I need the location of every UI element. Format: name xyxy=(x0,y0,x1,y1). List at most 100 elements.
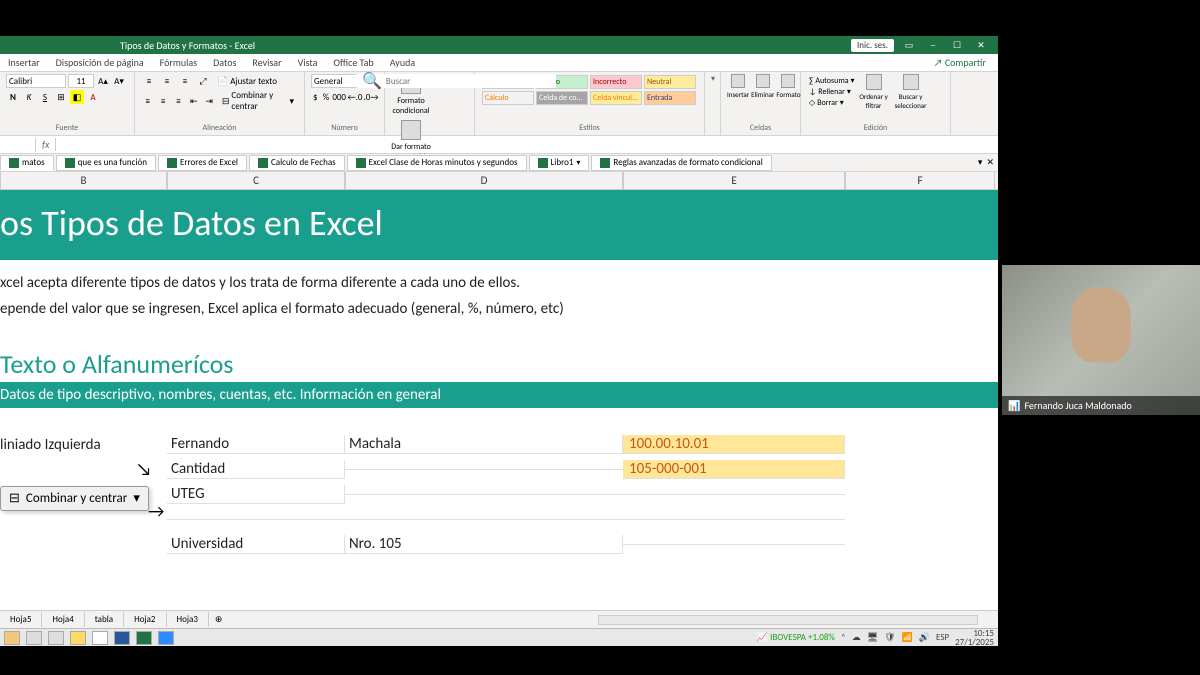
style-incorrecto[interactable]: Incorrecto xyxy=(590,75,642,89)
align-bottom-button[interactable]: ≡ xyxy=(177,74,193,88)
cell-e-2[interactable]: 105-000-001 xyxy=(623,460,845,479)
comma-button[interactable]: 000 xyxy=(332,90,346,104)
insert-cells-button[interactable]: Insertar xyxy=(727,74,749,99)
cell-e-1[interactable]: 100.00.10.01 xyxy=(623,435,845,454)
cell-c-1[interactable]: Fernando xyxy=(167,435,345,454)
menu-vista[interactable]: Vista xyxy=(290,56,326,69)
format-cells-button[interactable]: Formato xyxy=(776,74,800,99)
doc-tab-0[interactable]: matos xyxy=(0,155,54,171)
wrap-text-button[interactable]: 📄 Ajustar texto xyxy=(213,76,281,87)
doc-tab-6[interactable]: Reglas avanzadas de formato condicional xyxy=(591,155,771,171)
font-color-button[interactable]: A xyxy=(86,90,100,104)
cell-c-2[interactable]: Cantidad xyxy=(167,460,345,479)
sheet-tab-hoja3[interactable]: Hoja3 xyxy=(167,612,209,627)
col-header-d[interactable]: D xyxy=(345,172,623,189)
wifi-icon[interactable]: 📶 xyxy=(902,632,913,643)
excel-icon[interactable] xyxy=(136,631,152,645)
indent-decrease-button[interactable]: ⇤ xyxy=(187,94,200,108)
maximize-button[interactable]: ☐ xyxy=(948,38,966,52)
delete-cells-button[interactable]: Eliminar xyxy=(751,74,774,99)
zoom-icon[interactable] xyxy=(158,631,174,645)
menu-formulas[interactable]: Fórmulas xyxy=(152,56,205,69)
col-header-f[interactable]: F xyxy=(845,172,995,189)
col-header-b[interactable]: B xyxy=(0,172,167,189)
align-right-button[interactable]: ≡ xyxy=(172,94,185,108)
orientation-button[interactable]: ⤢ xyxy=(195,74,211,88)
tray-icon-2[interactable]: 🖥 xyxy=(867,632,878,643)
indent-increase-button[interactable]: ⇥ xyxy=(203,94,216,108)
decrease-font-button[interactable]: A▾ xyxy=(112,74,126,88)
horizontal-scrollbar[interactable] xyxy=(598,615,978,625)
file-explorer-icon[interactable] xyxy=(70,631,86,645)
volume-icon[interactable]: 🔊 xyxy=(919,632,930,643)
tray-chevron-icon[interactable]: ˄ xyxy=(841,632,846,643)
word-icon[interactable] xyxy=(114,631,130,645)
increase-decimal-button[interactable]: ←.0 xyxy=(348,90,362,104)
col-header-c[interactable]: C xyxy=(167,172,345,189)
clear-button[interactable]: ◇ Borrar ▾ xyxy=(809,98,855,108)
align-top-button[interactable]: ≡ xyxy=(141,74,157,88)
doc-tab-3[interactable]: Calculo de Fechas xyxy=(249,155,345,171)
italic-button[interactable]: K xyxy=(22,90,36,104)
taskbar-app-1[interactable] xyxy=(4,631,20,645)
align-center-button[interactable]: ≡ xyxy=(156,94,169,108)
doc-tab-2[interactable]: Errores de Excel xyxy=(158,155,247,171)
close-button[interactable]: ✕ xyxy=(972,38,990,52)
find-select-button[interactable]: Buscar y seleccionar xyxy=(891,74,931,110)
bold-button[interactable]: N xyxy=(6,90,20,104)
percent-button[interactable]: % xyxy=(322,90,331,104)
doc-tab-1[interactable]: que es una función xyxy=(56,155,156,171)
search-input[interactable] xyxy=(386,76,550,87)
menu-ayuda[interactable]: Ayuda xyxy=(382,56,423,69)
col-header-e[interactable]: E xyxy=(623,172,845,189)
autosum-button[interactable]: ∑ Autosuma ▾ xyxy=(809,76,855,86)
sheet-tab-hoja2[interactable]: Hoja2 xyxy=(124,612,166,627)
style-entrada[interactable]: Entrada xyxy=(644,91,696,105)
cell-e-4[interactable] xyxy=(623,519,845,520)
name-box[interactable] xyxy=(0,138,36,152)
menu-datos[interactable]: Datos xyxy=(205,56,244,69)
ribbon-options-icon[interactable]: ▭ xyxy=(900,38,918,52)
add-sheet-button[interactable]: ⊕ xyxy=(209,614,229,625)
align-middle-button[interactable]: ≡ xyxy=(159,74,175,88)
tray-icon-1[interactable]: ☁ xyxy=(852,632,861,643)
style-clculo[interactable]: Cálculo xyxy=(482,91,534,105)
font-size-select[interactable] xyxy=(68,74,94,88)
doc-tabs-close-icon[interactable]: ✕ xyxy=(986,157,994,168)
style-neutral[interactable]: Neutral xyxy=(644,75,696,89)
cell-d-4[interactable] xyxy=(345,519,623,520)
sort-filter-button[interactable]: Ordenar y filtrar xyxy=(857,74,891,110)
clock-date[interactable]: 27/1/2025 xyxy=(955,638,994,647)
decrease-decimal-button[interactable]: .0→ xyxy=(364,90,378,104)
stock-widget[interactable]: 📈 IBOVESPA +1.08% xyxy=(757,632,835,643)
doc-tabs-dropdown-icon[interactable]: ▾ xyxy=(978,157,983,168)
minimize-button[interactable]: ─ xyxy=(924,38,942,52)
align-left-button[interactable]: ≡ xyxy=(141,94,154,108)
cell-c-4[interactable] xyxy=(167,519,345,520)
cell-d-1[interactable]: Machala xyxy=(345,435,623,454)
search-box[interactable]: 🔍 xyxy=(356,74,556,88)
menu-revisar[interactable]: Revisar xyxy=(244,56,289,69)
menu-insertar[interactable]: Insertar xyxy=(0,56,48,69)
cell-e-3[interactable] xyxy=(623,494,845,495)
style-celdavincul[interactable]: Celda vincul... xyxy=(590,91,642,105)
cell-d-3[interactable] xyxy=(345,494,623,495)
menu-officetab[interactable]: Office Tab xyxy=(325,56,381,69)
border-button[interactable]: ⊞ xyxy=(54,90,68,104)
font-name-select[interactable] xyxy=(6,74,66,88)
styles-expand[interactable]: ▾ xyxy=(705,72,721,135)
fill-button[interactable]: ↓ Rellenar ▾ xyxy=(809,87,855,97)
tray-icon-3[interactable]: 🛡 xyxy=(884,632,895,643)
sheet-area[interactable]: os Tipos de Datos en Excel xcel acepta d… xyxy=(0,190,998,610)
chrome-icon[interactable] xyxy=(92,631,108,645)
doc-tab-5[interactable]: Libro1▾ xyxy=(529,155,590,171)
doc-tab-4[interactable]: Excel Clase de Horas minutos y segundos xyxy=(347,155,527,171)
underline-button[interactable]: S xyxy=(38,90,52,104)
sheet-tab-hoja5[interactable]: Hoja5 xyxy=(0,612,42,627)
fx-button[interactable]: fx xyxy=(36,138,56,151)
cell-e-5[interactable] xyxy=(623,544,845,545)
fill-color-button[interactable]: ◧ xyxy=(70,90,84,104)
sheet-tab-hoja4[interactable]: Hoja4 xyxy=(42,612,84,627)
taskbar-app-2[interactable] xyxy=(48,631,64,645)
cell-c-3[interactable]: UTEG xyxy=(167,485,345,504)
